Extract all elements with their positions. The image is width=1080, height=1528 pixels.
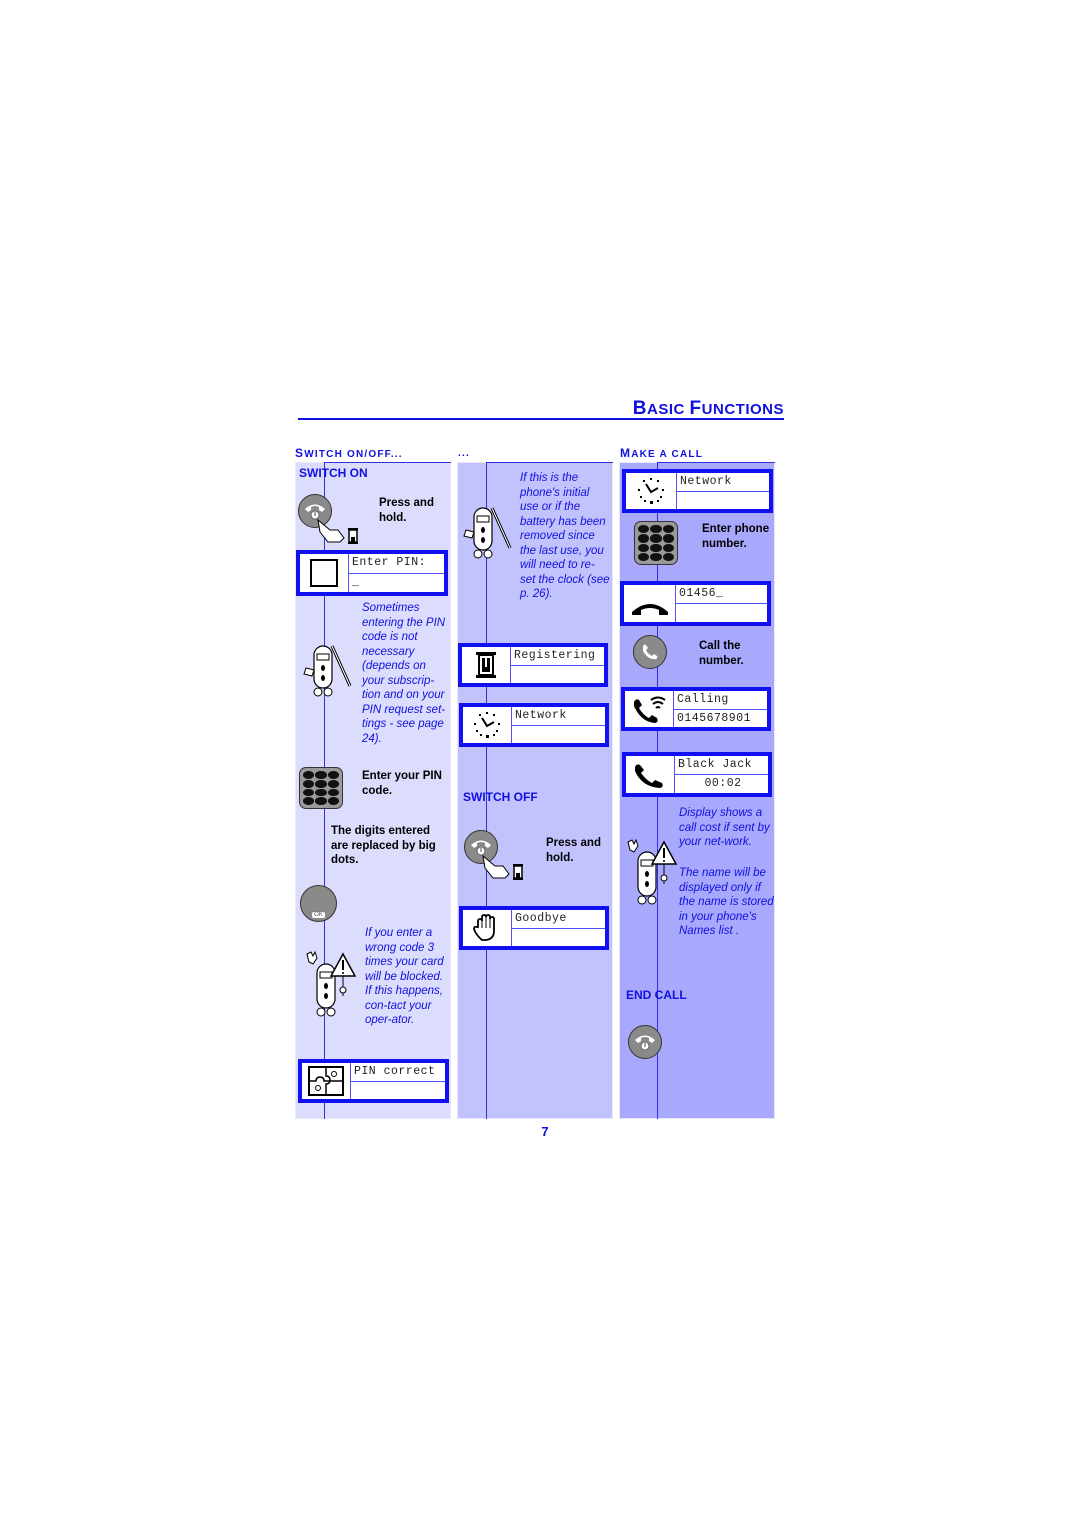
heading-rest: ake a call xyxy=(631,449,704,460)
heading-initial: M xyxy=(620,446,632,460)
title-initial-2: f xyxy=(689,398,702,419)
lcd-line-1: Calling xyxy=(677,693,729,706)
ok-label: OK xyxy=(312,912,325,918)
lcd-calling: Calling 0145678901 xyxy=(621,687,771,731)
phone-connected-icon xyxy=(635,763,663,788)
keypad-icon xyxy=(299,767,343,809)
lcd-line-2 xyxy=(512,724,605,744)
lcd-icon-area xyxy=(300,554,349,592)
lcd-line-1: Network xyxy=(680,475,732,488)
call-the-number-text: Call the number. xyxy=(699,640,744,667)
clock-icon xyxy=(638,478,664,504)
end-call-subtitle: END CALL xyxy=(626,988,687,1002)
heading-rest: witch on/off... xyxy=(304,449,403,460)
note-name-display: The name will be displayed only if the n… xyxy=(679,867,774,937)
enter-pin-code-text: Enter your PIN code. xyxy=(362,770,442,797)
press-and-hold-text: Press and hold. xyxy=(546,837,601,864)
lcd-registering: Registering xyxy=(458,643,608,687)
heading-initial: S xyxy=(295,446,305,460)
lcd-network: Network xyxy=(459,703,609,747)
lcd-line-1: PIN correct xyxy=(354,1065,436,1078)
lcd-line-2: 0145678901 xyxy=(674,708,767,728)
switch-off-subtitle: SWITCH OFF xyxy=(463,790,538,804)
lcd-icon-area xyxy=(302,1063,351,1099)
call-key-button[interactable] xyxy=(633,635,667,669)
puzzle-icon xyxy=(308,1066,344,1096)
note-wrong-code: If you enter a wrong code 3 times your c… xyxy=(365,927,444,1026)
handset-down-icon xyxy=(631,604,668,615)
title-rest-2: unctions xyxy=(701,401,784,418)
lcd-line-2 xyxy=(511,664,604,684)
ok-button[interactable]: OK xyxy=(300,885,337,922)
enter-phone-number-text: Enter phone number. xyxy=(702,523,770,550)
note-call-cost: Display shows a call cost if sent by you… xyxy=(679,807,770,848)
keypad-icon xyxy=(634,521,678,565)
lcd-line-2 xyxy=(677,490,769,510)
title-initial: B xyxy=(632,398,648,419)
page-title: Basic functions xyxy=(540,398,784,420)
section-heading-switch-on-off: Switch on/off... xyxy=(295,446,403,460)
waving-hand-icon xyxy=(473,914,495,941)
note-reset-clock: If this is the phone's initial use or if… xyxy=(520,472,610,600)
section-heading-continued: ... xyxy=(458,448,470,459)
phone-mascot-pencil-icon xyxy=(303,645,352,697)
lcd-line-1: Goodbye xyxy=(515,912,567,925)
lcd-icon-area xyxy=(463,707,512,743)
switch-on-subtitle: SWITCH ON xyxy=(299,466,368,480)
lcd-line-1: Enter PIN: xyxy=(352,556,427,569)
hand-press-hourglass-icon xyxy=(317,518,358,544)
note-pin-optional: Sometimes entering the PIN code is not n… xyxy=(362,602,446,745)
lcd-icon-area xyxy=(463,910,512,946)
phone-mascot-warning-icon xyxy=(306,950,357,1017)
lcd-goodbye: Goodbye xyxy=(459,906,609,950)
lcd-line-2: _ xyxy=(349,572,444,593)
handset-power-icon xyxy=(635,1035,655,1051)
lcd-line-1: Registering xyxy=(514,649,596,662)
lcd-network: Network xyxy=(622,469,773,513)
end-call-key-button[interactable] xyxy=(628,1025,662,1059)
lcd-enter-pin: Enter PIN: _ xyxy=(296,550,448,596)
guide-line-top xyxy=(486,462,613,463)
lcd-line-1: Network xyxy=(515,709,567,722)
hand-press-hourglass-icon xyxy=(482,854,523,880)
title-underline xyxy=(298,418,784,420)
press-and-hold-text: Press and hold. xyxy=(379,497,434,524)
lcd-icon-area xyxy=(626,473,677,509)
lcd-dial-number: 01456_ xyxy=(620,581,771,626)
lcd-icon-area xyxy=(626,756,675,793)
digits-replaced-text: The digits entered are replaced by big d… xyxy=(331,825,436,866)
clock-icon xyxy=(474,712,500,738)
hourglass-icon xyxy=(476,652,496,678)
section-heading-make-a-call: Make a call xyxy=(620,446,703,460)
title-rest: asic xyxy=(647,401,690,418)
lcd-line-1: 01456_ xyxy=(679,587,724,600)
guide-line-top xyxy=(324,462,451,463)
lcd-pin-correct: PIN correct xyxy=(298,1059,449,1103)
lcd-line-1: Black Jack xyxy=(678,758,753,771)
lcd-icon-area xyxy=(624,585,676,622)
handset-call-icon xyxy=(643,644,658,660)
empty-square-icon xyxy=(310,559,338,587)
phone-mascot-pencil-icon xyxy=(463,507,512,559)
page-number: 7 xyxy=(541,1124,549,1139)
lcd-icon-area xyxy=(625,691,674,727)
guide-line-top xyxy=(657,462,775,463)
phone-ringing-icon xyxy=(634,696,666,723)
lcd-line-2: 00:02 xyxy=(675,774,768,793)
lcd-line-2 xyxy=(351,1080,445,1100)
lcd-line-2 xyxy=(512,927,605,947)
lcd-connected: Black Jack 00:02 xyxy=(622,752,772,797)
lcd-line-2 xyxy=(676,603,767,622)
phone-mascot-warning-icon xyxy=(627,838,678,905)
lcd-icon-area xyxy=(462,647,511,683)
